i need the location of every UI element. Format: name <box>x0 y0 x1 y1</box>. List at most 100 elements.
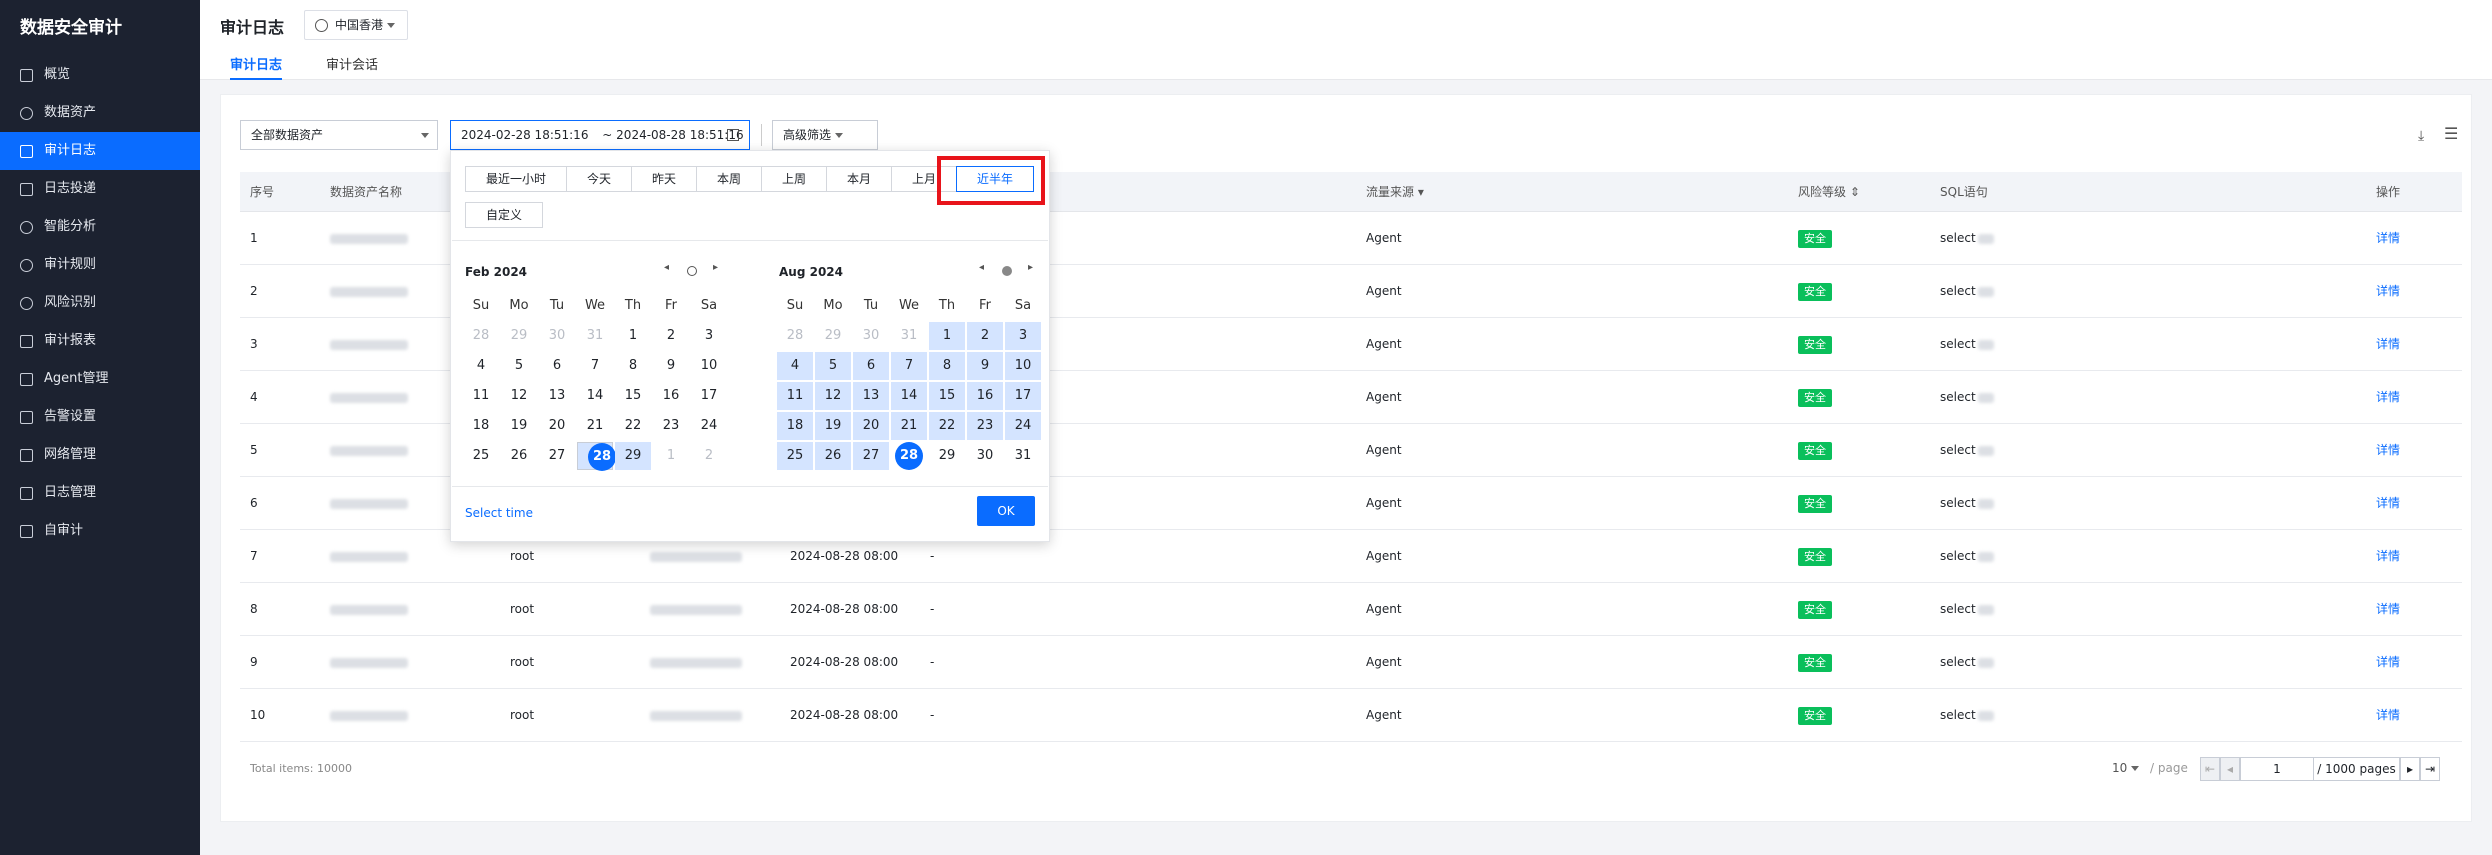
calendar-day[interactable]: 3 <box>1005 322 1041 350</box>
calendar-day[interactable]: 17 <box>691 382 727 410</box>
first-page-icon[interactable]: ⇤ <box>2200 757 2220 781</box>
calendar-day[interactable]: 12 <box>501 382 537 410</box>
quick-last-hour[interactable]: 最近一小时 <box>465 166 567 192</box>
asset-select[interactable]: 全部数据资产 <box>240 120 438 150</box>
calendar-day[interactable]: 24 <box>1005 412 1041 440</box>
region-select[interactable]: 中国香港 <box>304 10 408 40</box>
calendar-day[interactable]: 19 <box>501 412 537 440</box>
calendar-day[interactable]: 31 <box>577 322 613 350</box>
calendar-day[interactable]: 23 <box>967 412 1003 440</box>
calendar-day[interactable]: 30 <box>539 322 575 350</box>
calendar-day[interactable]: 8 <box>615 352 651 380</box>
sidebar-item-agent[interactable]: Agent管理 <box>0 360 200 398</box>
settings-icon[interactable]: ☰ <box>2444 124 2458 143</box>
calendar-day[interactable]: 31 <box>1005 442 1041 470</box>
sidebar-item-risk[interactable]: 风险识别 <box>0 284 200 322</box>
calendar-day[interactable]: 11 <box>777 382 813 410</box>
calendar-day[interactable]: 13 <box>539 382 575 410</box>
ok-button[interactable]: OK <box>977 496 1035 526</box>
calendar-day[interactable]: 16 <box>967 382 1003 410</box>
calendar-day[interactable]: 26 <box>501 442 537 470</box>
calendar-day[interactable]: 31 <box>891 322 927 350</box>
quick-today[interactable]: 今天 <box>566 166 632 192</box>
calendar-day[interactable]: 9 <box>967 352 1003 380</box>
select-time-link[interactable]: Select time <box>465 506 533 520</box>
sidebar-item-network[interactable]: 网络管理 <box>0 436 200 474</box>
calendar-day[interactable]: 22 <box>615 412 651 440</box>
calendar-day[interactable]: 17 <box>1005 382 1041 410</box>
calendar-day[interactable]: 27 <box>539 442 575 470</box>
sidebar-item-alerts[interactable]: 告警设置 <box>0 398 200 436</box>
calendar-day[interactable]: 2 <box>653 322 689 350</box>
detail-link[interactable]: 详情 <box>2376 212 2400 265</box>
calendar-day[interactable]: 3 <box>691 322 727 350</box>
calendar-day[interactable]: 27 <box>853 442 889 470</box>
calendar-day[interactable]: 6 <box>539 352 575 380</box>
sidebar-item-reports[interactable]: 审计报表 <box>0 322 200 360</box>
calendar-day[interactable]: 9 <box>653 352 689 380</box>
calendar-day[interactable]: 30 <box>853 322 889 350</box>
page-input[interactable]: 1 <box>2240 757 2314 781</box>
calendar-day[interactable]: 1 <box>929 322 965 350</box>
calendar-day[interactable]: 23 <box>653 412 689 440</box>
last-page-icon[interactable]: ⇥ <box>2420 757 2440 781</box>
calendar-day[interactable]: 12 <box>815 382 851 410</box>
calendar-day[interactable]: 28 <box>777 322 813 350</box>
next-page-icon[interactable]: ▸ <box>2400 757 2420 781</box>
calendar-day[interactable]: 1 <box>615 322 651 350</box>
detail-link[interactable]: 详情 <box>2376 636 2400 689</box>
date-range-input[interactable]: 2024-02-28 18:51:16 ~ 2024-08-28 18:51:1… <box>450 120 750 150</box>
page-size-select[interactable]: 10 <box>2112 757 2140 781</box>
sidebar-item-log-delivery[interactable]: 日志投递 <box>0 170 200 208</box>
calendar-day[interactable]: 2 <box>967 322 1003 350</box>
calendar-day[interactable]: 5 <box>815 352 851 380</box>
prev-month-icon[interactable]: ◂ <box>664 262 669 273</box>
calendar-day[interactable]: 28 <box>577 442 616 471</box>
calendar-day[interactable]: 20 <box>539 412 575 440</box>
detail-link[interactable]: 详情 <box>2376 424 2400 477</box>
calendar-day[interactable]: 6 <box>853 352 889 380</box>
calendar-day[interactable]: 10 <box>1005 352 1041 380</box>
detail-link[interactable]: 详情 <box>2376 371 2400 424</box>
calendar-day[interactable]: 28 <box>463 322 499 350</box>
filter-icon[interactable]: ▾ <box>1418 185 1424 199</box>
sidebar-item-self-audit[interactable]: 自审计 <box>0 512 200 550</box>
sidebar-item-overview[interactable]: 概览 <box>0 56 200 94</box>
calendar-day[interactable]: 15 <box>615 382 651 410</box>
calendar-day[interactable]: 7 <box>891 352 927 380</box>
calendar-day[interactable]: 14 <box>891 382 927 410</box>
col-source[interactable]: 流量来源 ▾ <box>1366 172 1424 212</box>
sidebar-item-analysis[interactable]: 智能分析 <box>0 208 200 246</box>
calendar-day[interactable]: 1 <box>653 442 689 470</box>
next-month-icon[interactable]: ▸ <box>1028 262 1033 273</box>
sort-icon[interactable]: ⇕ <box>1850 185 1860 199</box>
download-icon[interactable]: ⤓ <box>2418 128 2424 144</box>
calendar-day[interactable]: 11 <box>463 382 499 410</box>
tab-audit-log[interactable]: 审计日志 <box>230 54 283 80</box>
quick-this-month[interactable]: 本月 <box>826 166 892 192</box>
quick-yesterday[interactable]: 昨天 <box>631 166 697 192</box>
calendar-day[interactable]: 22 <box>929 412 965 440</box>
calendar-day[interactable]: 19 <box>815 412 851 440</box>
calendar-day[interactable]: 25 <box>777 442 813 470</box>
calendar-day[interactable]: 20 <box>853 412 889 440</box>
calendar-day[interactable]: 29 <box>501 322 537 350</box>
calendar-day[interactable]: 10 <box>691 352 727 380</box>
next-month-icon[interactable]: ▸ <box>713 262 718 273</box>
calendar-day[interactable]: 7 <box>577 352 613 380</box>
detail-link[interactable]: 详情 <box>2376 583 2400 636</box>
calendar-day[interactable]: 4 <box>463 352 499 380</box>
calendar-day[interactable]: 16 <box>653 382 689 410</box>
quick-last-week[interactable]: 上周 <box>761 166 827 192</box>
prev-page-icon[interactable]: ◂ <box>2220 757 2240 781</box>
calendar-day[interactable]: 21 <box>577 412 613 440</box>
calendar-day[interactable]: 2 <box>691 442 727 470</box>
calendar-day[interactable]: 18 <box>777 412 813 440</box>
calendar-day[interactable]: 24 <box>691 412 727 440</box>
today-icon[interactable] <box>687 266 697 276</box>
calendar-day[interactable]: 29 <box>615 442 651 470</box>
calendar-day[interactable]: 13 <box>853 382 889 410</box>
calendar-day[interactable]: 29 <box>815 322 851 350</box>
detail-link[interactable]: 详情 <box>2376 689 2400 742</box>
col-risk[interactable]: 风险等级 ⇕ <box>1798 172 1860 212</box>
